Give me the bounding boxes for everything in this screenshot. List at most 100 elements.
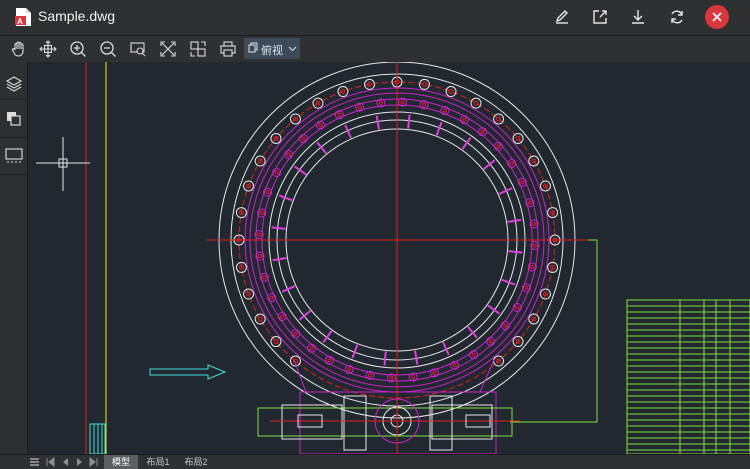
inner-bolt bbox=[512, 303, 522, 313]
inner-bolt bbox=[291, 329, 301, 339]
inner-bolt-center bbox=[462, 117, 467, 122]
radial-tick bbox=[322, 330, 333, 343]
inner-bolt-center bbox=[269, 295, 274, 300]
inner-bolt-center bbox=[280, 314, 285, 319]
green-table-border bbox=[626, 299, 750, 454]
file-title: Sample.dwg bbox=[38, 8, 116, 24]
inner-bolt-center bbox=[532, 243, 537, 248]
inner-bolt-center bbox=[527, 200, 532, 205]
inner-bolt-center bbox=[257, 254, 262, 259]
print-icon[interactable] bbox=[218, 39, 238, 59]
bolt-hole-center bbox=[496, 116, 502, 122]
inner-bolt bbox=[460, 115, 470, 125]
inner-bolt-center bbox=[301, 136, 306, 141]
radial-tick bbox=[294, 165, 307, 176]
inner-bolt bbox=[486, 336, 496, 346]
layers-icon[interactable] bbox=[3, 73, 25, 95]
tab-model[interactable]: 模型 bbox=[104, 455, 138, 469]
inner-bolt-center bbox=[530, 265, 535, 270]
fit-view-icon[interactable] bbox=[38, 39, 58, 59]
inner-bolt-center bbox=[422, 102, 427, 107]
inner-bolt-center bbox=[293, 331, 298, 336]
measure-icon[interactable] bbox=[158, 39, 178, 59]
inner-bolt bbox=[277, 312, 287, 322]
zoom-in-icon[interactable] bbox=[68, 39, 88, 59]
inner-bolt-center bbox=[309, 346, 314, 351]
share-icon[interactable] bbox=[590, 7, 610, 27]
last-tab-icon[interactable] bbox=[88, 456, 99, 468]
direction-arrow bbox=[149, 364, 227, 380]
inner-bolt bbox=[507, 158, 517, 168]
inner-bolt bbox=[284, 149, 294, 159]
inner-bolt-center bbox=[257, 232, 262, 237]
inner-bolt-center bbox=[480, 129, 485, 134]
layout-icon[interactable] bbox=[3, 145, 25, 167]
bolt-hole-center bbox=[257, 316, 263, 322]
close-button[interactable] bbox=[705, 5, 729, 29]
inner-bolt bbox=[469, 350, 479, 360]
bolt-hole-center bbox=[273, 339, 279, 345]
crosshair-cursor bbox=[36, 137, 90, 191]
radial-tick bbox=[487, 304, 500, 315]
menu-icon[interactable] bbox=[29, 456, 40, 468]
zoom-out-icon[interactable] bbox=[98, 39, 118, 59]
blocks-icon[interactable] bbox=[3, 108, 25, 130]
inner-bolt bbox=[298, 134, 308, 144]
inner-bolt-center bbox=[509, 161, 514, 166]
previous-tab-icon[interactable] bbox=[60, 456, 71, 468]
radial-tick bbox=[375, 115, 380, 130]
inner-bolt-center bbox=[432, 370, 437, 375]
view-select[interactable]: 俯视 bbox=[244, 38, 300, 59]
radial-tick bbox=[461, 137, 472, 150]
download-icon[interactable] bbox=[628, 7, 648, 27]
bolt-hole bbox=[445, 86, 457, 98]
bolt-hole bbox=[493, 113, 505, 125]
inner-bolt-center bbox=[265, 190, 270, 195]
bolt-hole-center bbox=[448, 89, 454, 95]
inner-bolt-center bbox=[400, 100, 405, 105]
inner-bolt-center bbox=[496, 144, 501, 149]
inner-bolt-center bbox=[259, 210, 264, 215]
pan-icon[interactable] bbox=[9, 39, 29, 59]
sidebar-divider bbox=[0, 99, 27, 100]
inner-bolt-center bbox=[318, 123, 323, 128]
inner-bolt bbox=[272, 167, 282, 177]
sidebar-divider bbox=[0, 174, 27, 175]
inner-bolt-center bbox=[274, 170, 279, 175]
radial-tick bbox=[508, 250, 523, 254]
autocad-file-icon: A bbox=[15, 8, 31, 26]
inner-bolt-center bbox=[488, 339, 493, 344]
first-tab-icon[interactable] bbox=[45, 456, 56, 468]
edit-icon[interactable] bbox=[552, 7, 572, 27]
inner-bolt-center bbox=[262, 275, 267, 280]
inner-bolt-center bbox=[520, 180, 525, 185]
drawing-canvas[interactable] bbox=[28, 62, 750, 454]
zoom-window-icon[interactable] bbox=[128, 39, 148, 59]
refresh-icon[interactable] bbox=[667, 7, 687, 27]
bolt-hole bbox=[418, 78, 430, 90]
inner-bolt bbox=[306, 343, 316, 353]
next-tab-icon[interactable] bbox=[74, 456, 85, 468]
radial-tick bbox=[507, 218, 522, 223]
inner-bolt-center bbox=[286, 152, 291, 157]
toolbar bbox=[0, 36, 750, 62]
layout-bar: 模型 布局1 布局2 bbox=[0, 454, 750, 469]
view-label: 俯视 bbox=[261, 45, 283, 57]
green-frame-line bbox=[510, 239, 598, 423]
cyan-hatch bbox=[89, 423, 106, 454]
inner-bolt-center bbox=[471, 352, 476, 357]
radial-tick bbox=[272, 257, 287, 262]
radial-tick bbox=[407, 114, 411, 129]
inner-bolt-center bbox=[442, 108, 447, 113]
chevron-down-icon bbox=[288, 46, 297, 52]
inner-bolt bbox=[315, 120, 325, 130]
inner-bolt-center bbox=[524, 285, 529, 290]
inner-bolt bbox=[324, 355, 334, 365]
tab-layout-1[interactable]: 布局1 bbox=[140, 455, 176, 469]
inner-bolt-center bbox=[515, 305, 520, 310]
gearbox-assembly bbox=[257, 359, 520, 454]
green-table bbox=[626, 299, 750, 454]
tab-layout-2[interactable]: 布局2 bbox=[178, 455, 214, 469]
inner-bolt bbox=[493, 141, 503, 151]
compare-icon[interactable] bbox=[188, 39, 208, 59]
